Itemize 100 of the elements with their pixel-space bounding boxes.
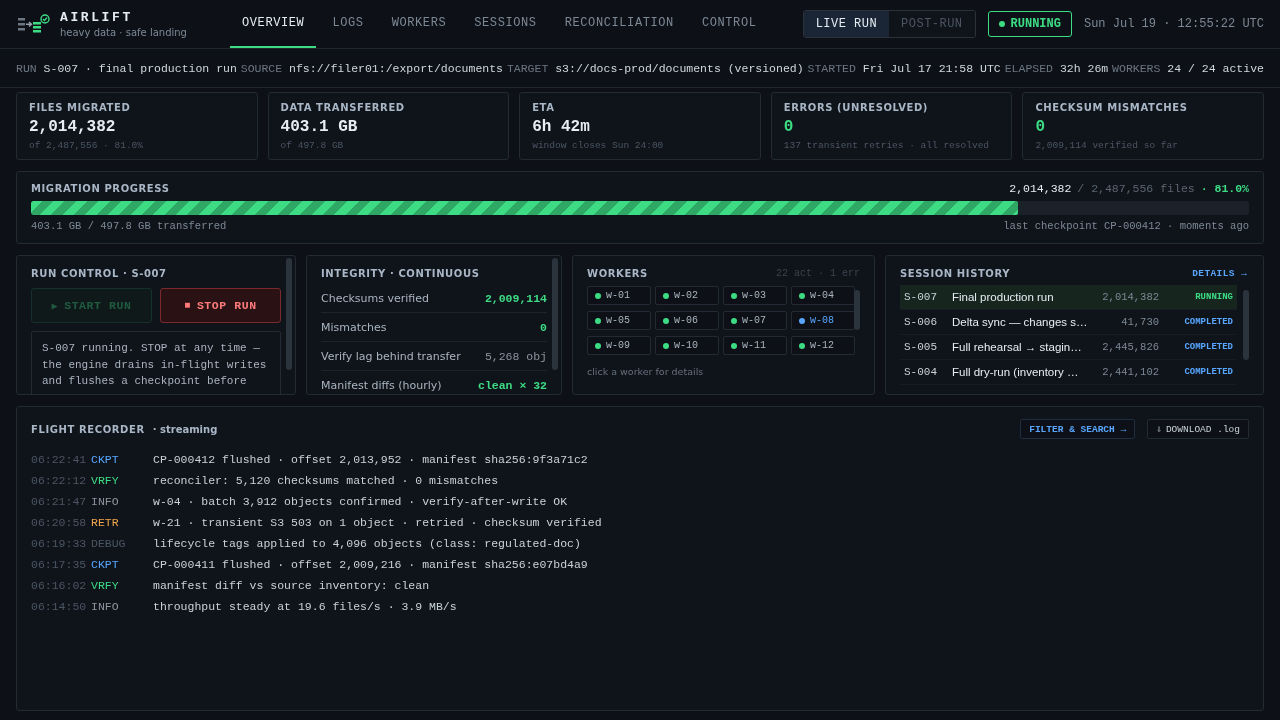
log-time: 06:21:47 [31, 495, 88, 508]
log-message: CP-000412 flushed · offset 2,013,952 · manifest sha256:9f3a71c2 [153, 453, 589, 466]
nav-tab[interactable]: RECONCILIATION [552, 0, 686, 48]
stat-note: 2,009,114 verified so far [1035, 140, 1179, 151]
worker-chip[interactable]: w-03 [723, 286, 787, 305]
file-count: 2,014,382 [1101, 291, 1160, 303]
info-label: STARTED [807, 61, 857, 75]
worker-chip[interactable]: w-02 [655, 286, 719, 305]
download-icon: ⇩ [1156, 423, 1162, 435]
worker-chip[interactable]: w-04 [791, 286, 855, 305]
info-value: nfs://filer01:/export/documents [289, 61, 503, 75]
details-link[interactable]: DETAILS → [1192, 268, 1247, 279]
session-name: Final production run [952, 291, 1055, 303]
files-total: / 2,487,556 files [1077, 182, 1195, 195]
panel-title: WORKERS [587, 268, 648, 279]
log-time: 06:16:02 [31, 579, 88, 592]
session-name: Delta sync — changes s… [952, 316, 1089, 328]
log-time: 06:14:50 [31, 600, 88, 613]
worker-chip[interactable]: w-06 [655, 311, 719, 330]
nav-tab[interactable]: SESSIONS [462, 0, 549, 48]
metric-value: clean × 32 [478, 379, 547, 392]
log-level: DEBUG [91, 537, 127, 550]
worker-chip[interactable]: w-01 [587, 286, 651, 305]
log-message: lifecycle tags applied to 4,096 objects (class: regulated-doc) [153, 537, 582, 550]
session-row[interactable]: S-007 Final production run 2,014,382 RUNNING [900, 285, 1237, 310]
log-message: w-21 · transient S3 503 on 1 object · retried · checksum verified [153, 516, 603, 529]
log-level: INFO [91, 495, 120, 508]
nav-tab[interactable]: OVERVIEW [230, 0, 317, 48]
worker-chip[interactable]: w-12 [791, 336, 855, 355]
scrollbar-thumb[interactable] [286, 258, 292, 370]
log-message: throughput steady at 19.6 files/s · 3.9 MB/s [153, 600, 458, 613]
stop-icon: ■ [184, 300, 191, 311]
brand-tagline: heavy data · safe landing [60, 27, 187, 38]
metric-label: Checksums verified [321, 291, 430, 305]
progress-title: MIGRATION PROGRESS [31, 183, 170, 194]
log-level: VRFY [91, 579, 120, 592]
logo-icon [18, 14, 50, 34]
nav-tab[interactable]: CONTROL [689, 0, 769, 48]
scrollbar-thumb[interactable] [552, 258, 558, 370]
stat-label: DATA TRANSFERRED [280, 102, 406, 113]
log-time: 06:22:12 [31, 474, 88, 487]
download-button[interactable]: ⇩ DOWNLOAD .log [1147, 419, 1249, 439]
metric-value: 0 [540, 320, 547, 334]
info-value: 24 / 24 active [1167, 61, 1264, 75]
session-id: S-004 [904, 366, 938, 378]
info-label: SOURCE [240, 61, 284, 75]
status-label: RUNNING [1010, 17, 1061, 31]
stat-note: window closes Sun 24:00 [532, 140, 665, 151]
session-id: S-007 [904, 291, 938, 303]
worker-chip[interactable]: w-10 [655, 336, 719, 355]
stat-value: 6h 42m [532, 118, 591, 136]
panel-title: FLIGHT RECORDER [31, 423, 145, 435]
worker-chip[interactable]: w-08 [791, 311, 855, 330]
info-value: s3://docs-prod/documents (versioned) [555, 61, 804, 75]
worker-chip[interactable]: w-09 [587, 336, 651, 355]
worker-chip[interactable]: w-05 [587, 311, 651, 330]
session-row[interactable]: S-005 Full rehearsal → stagin… 2,445,826 COMPLETED [900, 335, 1237, 360]
session-name: Full dry-run (inventory … [952, 366, 1080, 378]
stat-note: of 2,487,556 · 81.0% [29, 140, 145, 151]
stat-label: ETA [532, 102, 556, 113]
worker-chip[interactable]: w-11 [723, 336, 787, 355]
nav-tab[interactable]: WORKERS [379, 0, 459, 48]
session-row[interactable]: S-006 Delta sync — changes s… 41,730 COMPLETED [900, 310, 1237, 335]
session-row[interactable]: S-004 Full dry-run (inventory … 2,441,102 COMPLETED [900, 360, 1237, 385]
status-message: S-007 running. STOP at any time — the engine drains in-flight writes and flushes a checkpoint before [31, 331, 281, 394]
file-count: 2,445,826 [1101, 341, 1160, 353]
panel-title: INTEGRITY · CONTINUOUS [321, 268, 481, 279]
worker-chip[interactable]: w-07 [723, 311, 787, 330]
status-label: COMPLETED [1183, 367, 1233, 377]
log-message: manifest diff vs source inventory: clean [153, 579, 431, 592]
filter-button[interactable]: FILTER & SEARCH → [1020, 419, 1136, 439]
scrollbar-thumb[interactable] [1243, 290, 1249, 360]
stat-value: 0 [783, 118, 795, 136]
file-count: 2,441,102 [1101, 366, 1160, 378]
log-time: 06:22:41 [31, 453, 88, 466]
log-level: INFO [91, 600, 120, 613]
log-time: 06:19:33 [31, 537, 88, 550]
stat-note: 137 transient retries · all resolved [783, 140, 991, 151]
log-level: CKPT [91, 453, 120, 466]
scrollbar-thumb[interactable] [854, 290, 860, 330]
log-message: w-04 · batch 3,912 objects confirmed · verify-after-write OK [153, 495, 569, 508]
log-time: 06:17:35 [31, 558, 88, 571]
checkpoint-text: last checkpoint CP-000412 · moments ago [1003, 220, 1249, 232]
status-label: RUNNING [1194, 292, 1233, 302]
transferred-text: 403.1 GB / 497.8 GB transferred [31, 220, 227, 232]
info-label: ELAPSED [1004, 61, 1054, 75]
mode-toggle[interactable]: LIVE RUN [803, 11, 890, 37]
metric-label: Verify lag behind transfer [321, 349, 461, 363]
log-message: reconciler: 5,120 checksums matched · 0 mismatches [153, 474, 500, 487]
percent-complete: · 81.0% [1200, 182, 1249, 195]
nav-tab[interactable]: LOGS [320, 0, 376, 48]
stat-value: 403.1 GB [280, 118, 359, 136]
info-value: S-007 · final production run [43, 61, 237, 75]
metric-label: Manifest diffs (hourly) [321, 379, 442, 392]
stop-button[interactable]: ■ STOP RUN [160, 288, 281, 323]
clock: Sun Jul 19 · 12:55:22 UTC [1083, 17, 1264, 31]
session-id: S-006 [904, 316, 938, 328]
panel-subtitle: · streaming [152, 423, 218, 435]
stat-value: 0 [1035, 118, 1046, 136]
panel-title: SESSION HISTORY [900, 268, 1011, 279]
